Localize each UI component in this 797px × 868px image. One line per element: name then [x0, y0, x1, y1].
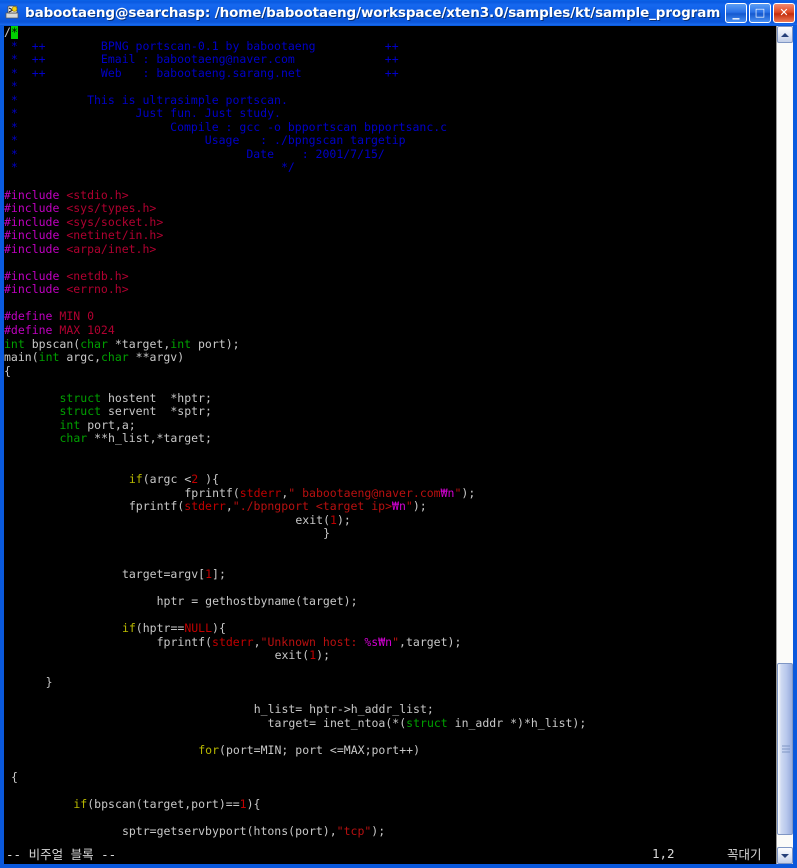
code-line: target=argv[1]; — [121, 566, 226, 581]
terminal-viewport[interactable]: /* * ++ BPNG portscan-0.1 by babootaeng … — [4, 26, 776, 843]
client-area: /* * ++ BPNG portscan-0.1 by babootaeng … — [4, 26, 793, 864]
code-line: } — [323, 526, 331, 541]
code-line: fprintf(stderr,"Unknown host: %s₩n",targ… — [156, 634, 462, 649]
code-line: #include <sys/types.h> — [4, 201, 157, 216]
code-line: struct hostent *hptr; — [59, 390, 212, 405]
close-button[interactable]: ✕ — [773, 2, 795, 23]
code-line: char **h_list,*target; — [59, 431, 212, 446]
scrollbar-thumb[interactable] — [777, 663, 793, 835]
status-mode: -- 비주얼 블록 -- — [6, 847, 117, 862]
scrollbar-grip-icon — [782, 745, 790, 753]
scroll-up-arrow-icon — [781, 32, 789, 37]
code-line: /* — [4, 26, 18, 39]
code-editor[interactable]: /* * ++ BPNG portscan-0.1 by babootaeng … — [4, 26, 776, 843]
code-line: #define MIN 0 — [4, 309, 95, 324]
code-line: exit(1); — [274, 648, 331, 663]
code-line: #include <netinet/in.h> — [4, 228, 164, 243]
vertical-scrollbar[interactable] — [776, 26, 793, 864]
code-line: for(port=MIN; port <=MAX;port++) — [198, 742, 421, 757]
code-line: { — [4, 363, 11, 378]
code-line: struct servent *sptr; — [59, 404, 212, 419]
code-line: fprintf(stderr,"./bpngport <target ip>₩n… — [128, 499, 427, 514]
code-line: main(int argc,char **argv) — [4, 350, 185, 365]
code-line: * ++ Email : babootaeng@naver.com ++ — [4, 52, 399, 67]
code-line: * Just fun. Just study. — [4, 106, 281, 121]
minimize-icon: _ — [732, 3, 740, 20]
code-line: #include <errno.h> — [4, 282, 129, 297]
terminal-icon — [4, 4, 21, 21]
code-line: int port,a; — [59, 417, 136, 432]
code-line: if(bpscan(target,port)==1){ — [73, 797, 261, 812]
code-line: sptr=getservbyport(htons(port),"tcp"); — [121, 824, 386, 839]
code-line: h_list= hptr->h_addr_list; — [253, 702, 434, 717]
close-icon: ✕ — [779, 6, 789, 19]
code-line: * ++ BPNG portscan-0.1 by babootaeng ++ — [4, 38, 399, 53]
code-line: #include <arpa/inet.h> — [4, 241, 157, 256]
scroll-up-button[interactable] — [777, 26, 793, 43]
code-line: if(hptr==NULL){ — [121, 621, 226, 636]
code-line: * ++ Web : babootaeng.sarang.net ++ — [4, 65, 399, 80]
code-line: * This is ultrasimple portscan. — [4, 92, 288, 107]
status-scroll-location: 꼭대기 — [727, 847, 762, 862]
code-line: #define MAX 1024 — [4, 323, 115, 338]
code-line: if(argc <2 ){ — [128, 472, 219, 487]
code-line: * Date : 2001/7/15/ — [4, 146, 385, 161]
code-line: hptr = gethostbyname(target); — [156, 593, 358, 608]
code-line: * — [4, 79, 18, 94]
vim-status-bar: -- 비주얼 블록 -- 1,2 꼭대기 — [4, 843, 793, 864]
code-line: * */ — [4, 160, 295, 175]
code-line: * Usage : ./bpngscan targetip — [4, 133, 406, 148]
maximize-icon: □ — [754, 6, 766, 19]
code-line: } — [45, 675, 53, 690]
title-bar[interactable]: babootaeng@searchasp: /home/babootaeng/w… — [0, 0, 797, 25]
code-line: * Compile : gcc -o bpportscan bpportsanc… — [4, 119, 448, 134]
scroll-down-arrow-icon — [781, 853, 789, 858]
scroll-down-button[interactable] — [777, 847, 793, 864]
maximize-button[interactable]: □ — [749, 2, 771, 23]
window-title: babootaeng@searchasp: /home/babootaeng/w… — [25, 4, 721, 21]
code-line: int bpscan(char *target,int port); — [4, 336, 240, 351]
terminal-window: babootaeng@searchasp: /home/babootaeng/w… — [0, 0, 797, 868]
scrollbar-track[interactable] — [777, 43, 793, 847]
code-line: target= inet_ntoa(*(struct in_addr *)*h_… — [267, 715, 587, 730]
status-cursor-position: 1,2 — [652, 846, 675, 861]
code-line: #include <sys/socket.h> — [4, 214, 164, 229]
code-line: fprintf(stderr," babootaeng@naver.com₩n"… — [184, 485, 476, 500]
code-line: exit(1); — [295, 512, 351, 527]
code-line: #include <netdb.h> — [4, 268, 129, 283]
code-line: #include <stdio.h> — [4, 187, 129, 202]
minimize-button[interactable]: _ — [725, 2, 747, 23]
code-line: { — [10, 770, 18, 785]
